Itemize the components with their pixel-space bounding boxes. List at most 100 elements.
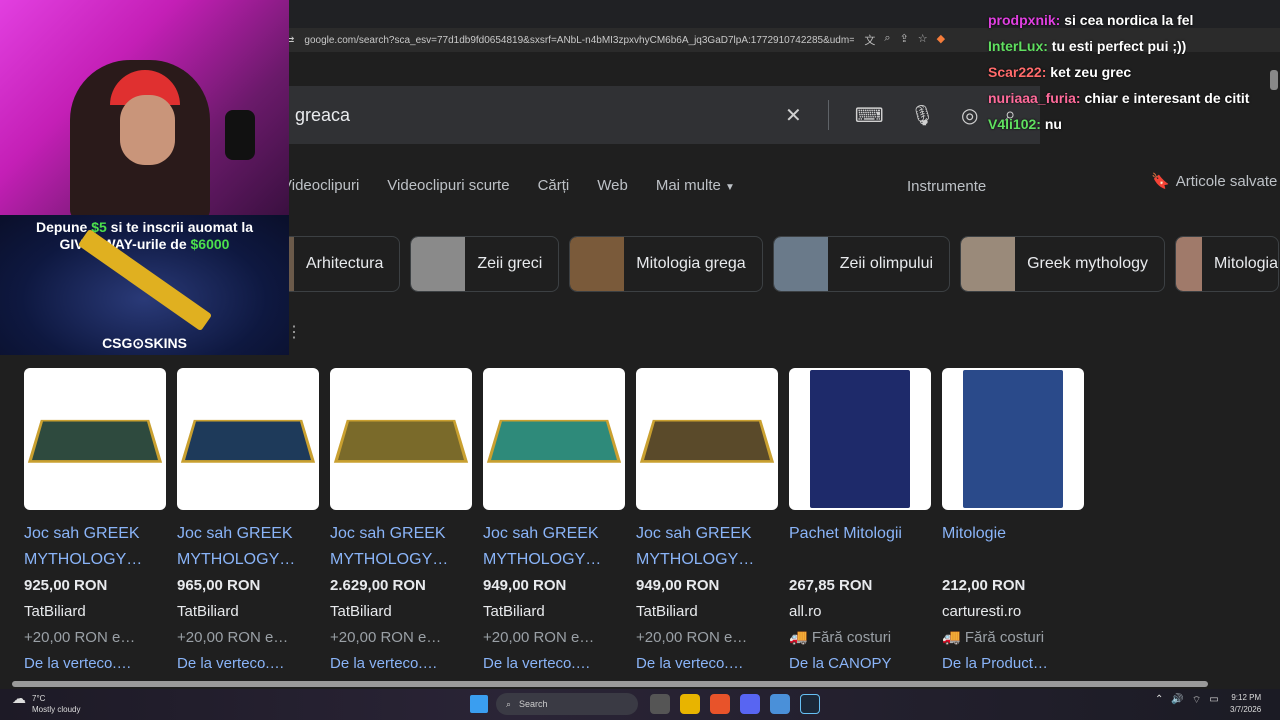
chessboard bbox=[333, 419, 469, 463]
sponsor-banner: Depune $5 si te inscrii auomat la GIVEAW… bbox=[0, 215, 289, 355]
vertical-scrollbar[interactable] bbox=[1270, 70, 1278, 90]
product-shipping: +20,00 RON e… bbox=[330, 629, 442, 646]
chessboard bbox=[639, 419, 775, 463]
product-image[interactable] bbox=[789, 368, 931, 510]
product-source[interactable]: De la verteco.… bbox=[636, 651, 778, 677]
product-price: 267,85 RON bbox=[789, 577, 873, 594]
chat-text: chiar e interesant de citit bbox=[1084, 90, 1250, 106]
chip-thumbnail bbox=[961, 237, 1016, 291]
product-card[interactable]: Mitologie 212,00 RON carturesti.ro 🚚 Făr… bbox=[942, 368, 1084, 677]
product-source[interactable]: De la verteco.… bbox=[330, 651, 472, 677]
taskbar-search[interactable]: ⌕ Search bbox=[496, 693, 638, 715]
wifi-icon[interactable]: ⌔ bbox=[1192, 694, 1201, 707]
product-title[interactable]: Joc sah GREEK MYTHOLOGY… bbox=[330, 521, 472, 573]
horizontal-scrollbar[interactable] bbox=[0, 679, 1280, 689]
product-title[interactable]: Joc sah GREEK MYTHOLOGY… bbox=[24, 521, 166, 573]
product-store: all.ro bbox=[789, 603, 822, 620]
product-image[interactable] bbox=[24, 368, 166, 510]
tab-more[interactable]: Mai multe ▼ bbox=[656, 177, 735, 201]
tab-videos[interactable]: Videoclipuri bbox=[282, 177, 359, 201]
tab-books[interactable]: Cărți bbox=[538, 177, 570, 201]
product-source[interactable]: De la Product… bbox=[942, 651, 1084, 677]
product-image[interactable] bbox=[177, 368, 319, 510]
chip-zeii-olimpului[interactable]: Zeii olimpului bbox=[772, 236, 951, 292]
book-cover bbox=[810, 370, 910, 508]
weather-widget[interactable]: ☁ 7°C Mostly cloudy bbox=[12, 690, 80, 715]
system-tray: ⌃ 🔊 ⌔ ▭ bbox=[1155, 694, 1219, 707]
search-tabs: Videoclipuri Videoclipuri scurte Cărți W… bbox=[282, 177, 735, 201]
mic-icon[interactable]: 🎙 bbox=[910, 103, 935, 128]
product-price: 212,00 RON bbox=[942, 577, 1026, 594]
product-image[interactable] bbox=[330, 368, 472, 510]
product-title[interactable]: Pachet Mitologii bbox=[789, 521, 931, 573]
search-box[interactable]: greaca ✕ ⌨ 🎙 ◎ ⌕ bbox=[280, 86, 1040, 144]
brave-shield-icon[interactable]: ◆ bbox=[937, 32, 945, 48]
product-title[interactable]: Joc sah GREEK MYTHOLOGY… bbox=[483, 521, 625, 573]
chip-greek-mythology[interactable]: Greek mythology bbox=[960, 236, 1165, 292]
product-price: 965,00 RON bbox=[177, 577, 261, 594]
chip-mitologia[interactable]: Mitologia bbox=[1175, 236, 1279, 292]
chat-username: prodpxnik: bbox=[988, 12, 1061, 28]
start-icon[interactable] bbox=[470, 695, 488, 713]
app-icon[interactable] bbox=[770, 694, 790, 714]
chip-zeii-greci[interactable]: Zeii greci bbox=[410, 236, 560, 292]
microphone bbox=[225, 110, 255, 160]
product-source[interactable]: De la CANOPY bbox=[789, 651, 931, 677]
face bbox=[120, 95, 175, 165]
product-card[interactable]: Joc sah GREEK MYTHOLOGY… 2.629,00 RON Ta… bbox=[330, 368, 472, 677]
product-source[interactable]: De la verteco.… bbox=[483, 651, 625, 677]
product-grid: Joc sah GREEK MYTHOLOGY… 925,00 RON TatB… bbox=[24, 368, 1084, 677]
clear-icon[interactable]: ✕ bbox=[785, 103, 802, 128]
volume-icon[interactable]: 🔊 bbox=[1171, 694, 1183, 707]
tab-shorts[interactable]: Videoclipuri scurte bbox=[387, 177, 509, 201]
product-image[interactable] bbox=[942, 368, 1084, 510]
chat-text: si cea nordica la fel bbox=[1064, 12, 1194, 28]
saved-items-button[interactable]: 🔖 Articole salvate bbox=[1151, 172, 1277, 191]
product-card[interactable]: Pachet Mitologii 267,85 RON all.ro 🚚 Făr… bbox=[789, 368, 931, 677]
book-cover bbox=[963, 370, 1063, 508]
product-card[interactable]: Joc sah GREEK MYTHOLOGY… 965,00 RON TatB… bbox=[177, 368, 319, 677]
product-store: TatBiliard bbox=[636, 603, 698, 620]
lens-icon[interactable]: ◎ bbox=[961, 103, 978, 128]
product-image[interactable] bbox=[483, 368, 625, 510]
chevron-up-icon[interactable]: ⌃ bbox=[1155, 694, 1163, 707]
translate-icon[interactable]: 文 bbox=[864, 32, 875, 48]
product-card[interactable]: Joc sah GREEK MYTHOLOGY… 949,00 RON TatB… bbox=[636, 368, 778, 677]
product-store: carturesti.ro bbox=[942, 603, 1022, 620]
chip-thumbnail bbox=[570, 237, 625, 291]
url-text[interactable]: google.com/search?sca_esv=77d1db9fd06548… bbox=[294, 35, 854, 46]
product-title[interactable]: Joc sah GREEK MYTHOLOGY… bbox=[177, 521, 319, 573]
zoom-icon[interactable]: ⌕ bbox=[884, 32, 890, 48]
chat-text: nu bbox=[1044, 116, 1062, 132]
chat-username: InterLux: bbox=[988, 38, 1048, 54]
chessboard bbox=[180, 419, 316, 463]
tab-web[interactable]: Web bbox=[597, 177, 628, 201]
explorer-icon[interactable] bbox=[680, 694, 700, 714]
star-icon[interactable]: ☆ bbox=[918, 32, 928, 48]
product-title[interactable]: Mitologie bbox=[942, 521, 1084, 573]
product-source[interactable]: De la verteco.… bbox=[24, 651, 166, 677]
search-icon: ⌕ bbox=[506, 698, 512, 709]
product-title[interactable]: Joc sah GREEK MYTHOLOGY… bbox=[636, 521, 778, 573]
chat-text: tu esti perfect pui ;)) bbox=[1051, 38, 1187, 54]
product-source[interactable]: De la verteco.… bbox=[177, 651, 319, 677]
product-image[interactable] bbox=[636, 368, 778, 510]
steam-icon[interactable] bbox=[800, 694, 820, 714]
share-icon[interactable]: ⇪ bbox=[900, 32, 909, 48]
taskview-icon[interactable] bbox=[650, 694, 670, 714]
product-card[interactable]: Joc sah GREEK MYTHOLOGY… 925,00 RON TatB… bbox=[24, 368, 166, 677]
tools-button[interactable]: Instrumente bbox=[907, 178, 986, 195]
search-input[interactable]: greaca bbox=[295, 105, 785, 126]
cloud-icon: ☁ bbox=[12, 690, 26, 706]
chat-username: V4li102: bbox=[988, 116, 1041, 132]
chip-mitologia-grega[interactable]: Mitologia grega bbox=[569, 236, 763, 292]
discord-icon[interactable] bbox=[740, 694, 760, 714]
divider bbox=[827, 100, 829, 130]
clock[interactable]: 9:12 PM 3/7/2026 bbox=[1230, 692, 1261, 716]
product-store: TatBiliard bbox=[177, 603, 239, 620]
brave-icon[interactable] bbox=[710, 694, 730, 714]
keyboard-icon[interactable]: ⌨ bbox=[855, 103, 884, 128]
product-card[interactable]: Joc sah GREEK MYTHOLOGY… 949,00 RON TatB… bbox=[483, 368, 625, 677]
battery-icon[interactable]: ▭ bbox=[1209, 694, 1218, 707]
chip-thumbnail bbox=[773, 237, 828, 291]
